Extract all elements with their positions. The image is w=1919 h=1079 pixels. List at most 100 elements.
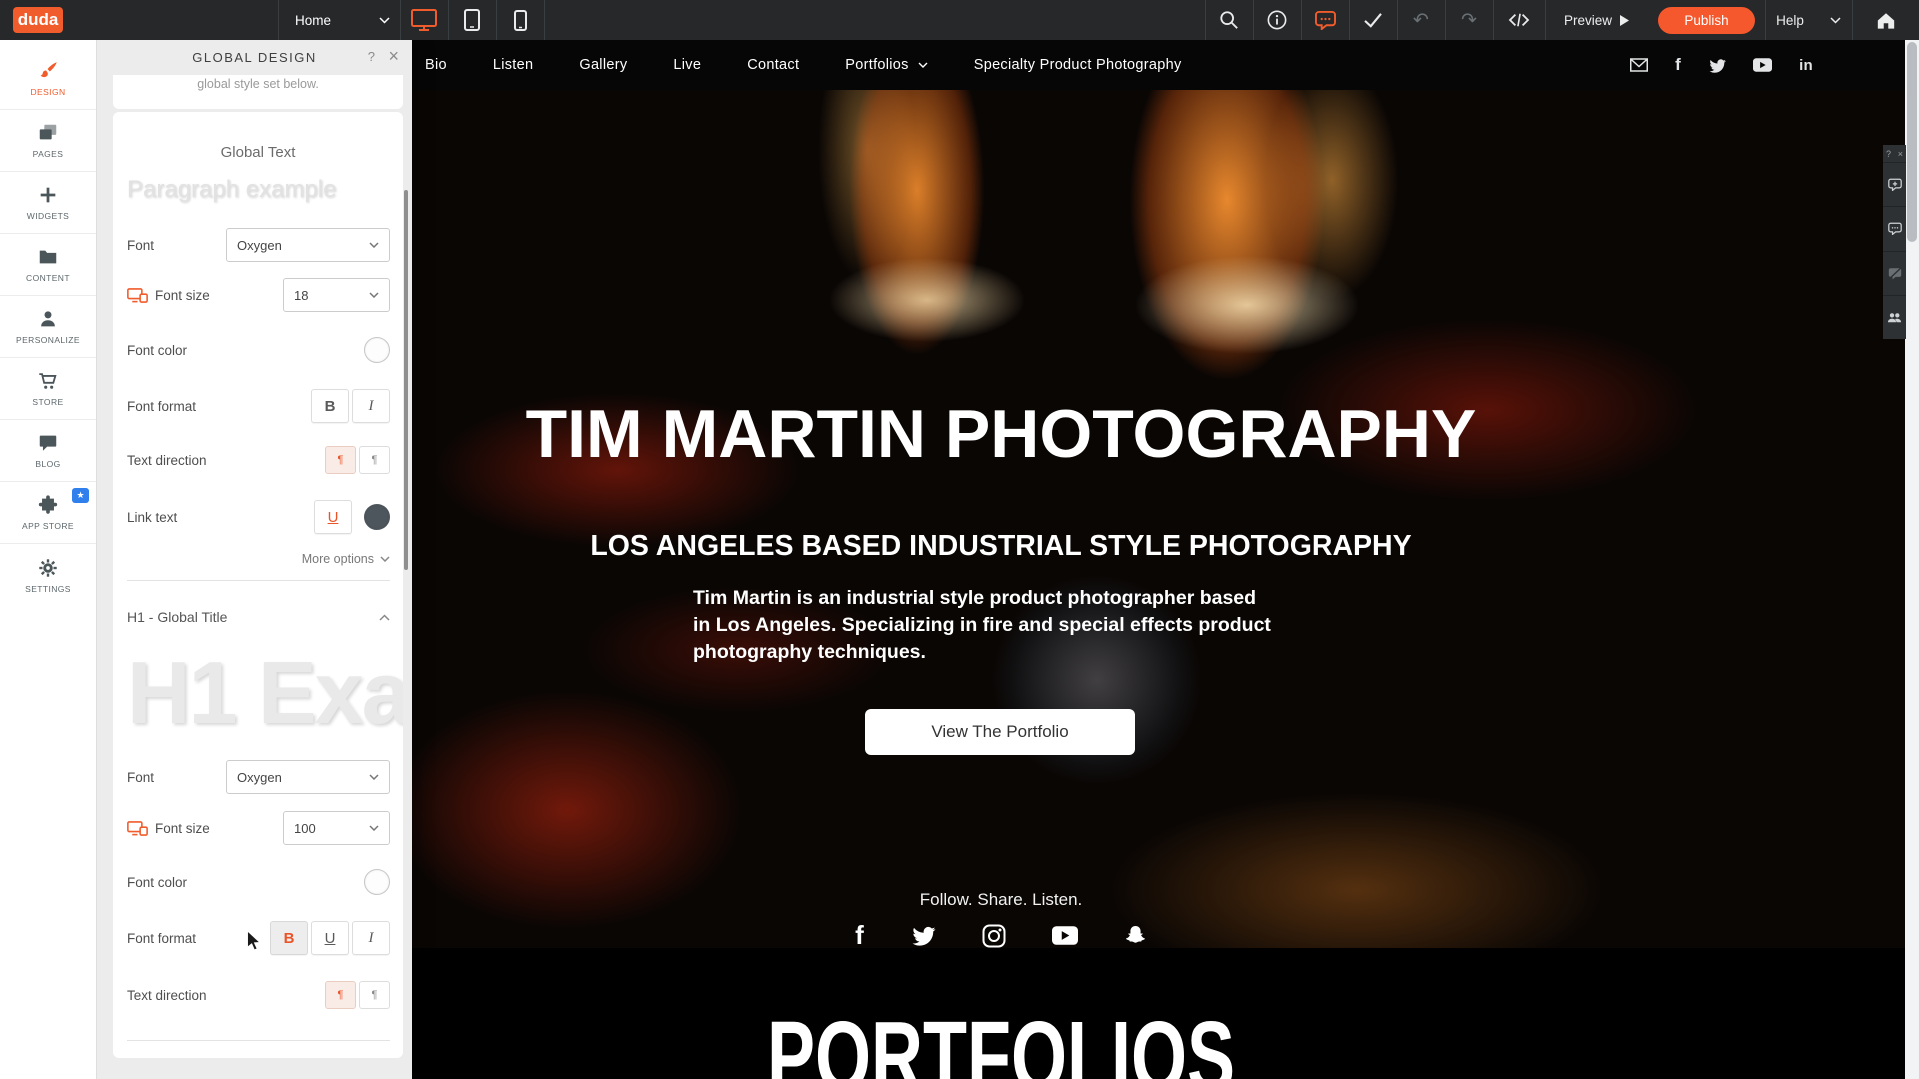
linkedin-icon[interactable]: in bbox=[1799, 57, 1813, 74]
sidebar-item-blog[interactable]: BLOG bbox=[0, 420, 96, 482]
tablet-view-button[interactable] bbox=[448, 0, 496, 40]
comment-hidden-icon bbox=[1888, 267, 1902, 280]
duda-logo[interactable]: duda bbox=[13, 7, 63, 33]
font-color-row: Font color bbox=[127, 333, 390, 367]
panel-scrollbar-thumb[interactable] bbox=[404, 190, 408, 570]
dev-mode-button[interactable] bbox=[1493, 0, 1545, 40]
code-icon bbox=[1508, 11, 1530, 29]
h1-font-size-select[interactable]: 100 bbox=[283, 811, 390, 845]
responsive-devices-icon[interactable] bbox=[127, 288, 148, 303]
publish-button[interactable]: Publish bbox=[1658, 7, 1755, 34]
responsive-devices-icon[interactable] bbox=[127, 821, 148, 836]
pilcrow-icon: ¶ bbox=[372, 454, 378, 466]
sidebar-item-settings[interactable]: SETTINGS bbox=[0, 544, 96, 606]
h1-font-color-swatch[interactable] bbox=[364, 869, 390, 895]
site-nav-portfolios[interactable]: Portfolios bbox=[845, 57, 927, 73]
site-nav-bio[interactable]: Bio bbox=[425, 57, 447, 73]
comment-plus-icon bbox=[1888, 178, 1902, 191]
play-icon bbox=[1620, 15, 1629, 26]
collaboration-toolbar: ? × bbox=[1883, 145, 1906, 339]
pilcrow-icon: ¶ bbox=[338, 989, 344, 1001]
rtl-direction-button[interactable]: ¶ bbox=[359, 446, 390, 474]
h1-italic-button[interactable]: I bbox=[352, 921, 390, 955]
more-options-link[interactable]: More options bbox=[302, 552, 390, 566]
sidebar-item-pages[interactable]: PAGES bbox=[0, 110, 96, 172]
hide-comments-button[interactable] bbox=[1883, 252, 1906, 296]
twitter-icon[interactable] bbox=[910, 925, 936, 946]
save-check-button[interactable] bbox=[1349, 0, 1397, 40]
site-nav-specialty[interactable]: Specialty Product Photography bbox=[974, 57, 1182, 73]
twitter-icon[interactable] bbox=[1708, 58, 1726, 73]
scrollbar-thumb[interactable] bbox=[1907, 42, 1917, 242]
desktop-icon bbox=[411, 9, 437, 31]
info-button[interactable] bbox=[1253, 0, 1301, 40]
preview-button[interactable]: Preview bbox=[1545, 0, 1648, 40]
chevron-up-icon bbox=[379, 614, 390, 621]
text-direction-row: Text direction ¶ ¶ bbox=[127, 443, 390, 477]
sidebar-item-content[interactable]: CONTENT bbox=[0, 234, 96, 296]
help-question-icon[interactable]: ? bbox=[1886, 149, 1891, 159]
h1-ltr-direction-button[interactable]: ¶ bbox=[325, 981, 356, 1009]
undo-icon: ↶ bbox=[1413, 9, 1429, 31]
mobile-view-button[interactable] bbox=[496, 0, 544, 40]
sidebar-item-store[interactable]: STORE bbox=[0, 358, 96, 420]
h1-font-size-row: Font size 100 bbox=[127, 811, 390, 845]
comment-bubble-icon bbox=[1315, 10, 1336, 30]
link-color-swatch[interactable] bbox=[364, 504, 390, 530]
ltr-direction-button[interactable]: ¶ bbox=[325, 446, 356, 474]
facebook-icon[interactable]: f bbox=[1675, 55, 1681, 75]
help-dropdown[interactable]: Help bbox=[1765, 0, 1852, 40]
team-members-button[interactable] bbox=[1883, 296, 1906, 339]
site-nav-gallery[interactable]: Gallery bbox=[579, 57, 627, 73]
view-portfolio-button[interactable]: View The Portfolio bbox=[865, 709, 1135, 755]
link-underline-button[interactable]: U bbox=[314, 500, 352, 534]
font-color-swatch[interactable] bbox=[364, 337, 390, 363]
search-icon bbox=[1219, 10, 1239, 30]
facebook-icon[interactable]: f bbox=[855, 920, 864, 951]
redo-button[interactable]: ↷ bbox=[1445, 0, 1493, 40]
panel-title: GLOBAL DESIGN bbox=[97, 50, 412, 65]
comments-list-button[interactable] bbox=[1883, 207, 1906, 251]
h1-section-header[interactable]: H1 - Global Title bbox=[127, 607, 390, 627]
gear-icon bbox=[37, 557, 59, 579]
chat-bubble-icon bbox=[37, 432, 59, 454]
h1-rtl-direction-button[interactable]: ¶ bbox=[359, 981, 390, 1009]
add-comment-button[interactable] bbox=[1883, 163, 1906, 207]
redo-icon: ↷ bbox=[1461, 9, 1477, 31]
sidebar-item-widgets[interactable]: WIDGETS bbox=[0, 172, 96, 234]
site-nav-contact[interactable]: Contact bbox=[747, 57, 799, 73]
search-button[interactable] bbox=[1205, 0, 1253, 40]
help-question-icon[interactable]: ? bbox=[368, 49, 375, 64]
h1-font-row: Font Oxygen bbox=[127, 760, 390, 794]
sidebar-item-personalize[interactable]: PERSONALIZE bbox=[0, 296, 96, 358]
sidebar-item-design[interactable]: DESIGN bbox=[0, 48, 96, 110]
email-icon[interactable] bbox=[1630, 58, 1648, 72]
bold-button[interactable]: B bbox=[311, 389, 349, 423]
page-scrollbar[interactable] bbox=[1905, 40, 1919, 1079]
undo-button[interactable]: ↶ bbox=[1397, 0, 1445, 40]
font-size-select[interactable]: 18 bbox=[283, 278, 390, 312]
youtube-icon[interactable] bbox=[1753, 58, 1772, 72]
font-select[interactable]: Oxygen bbox=[226, 228, 390, 262]
app-store-star-badge: ★ bbox=[72, 488, 89, 503]
italic-button[interactable]: I bbox=[352, 389, 390, 423]
site-nav-live[interactable]: Live bbox=[673, 57, 701, 73]
close-icon[interactable]: × bbox=[1898, 149, 1903, 159]
h1-preview-text: H1 Example bbox=[127, 642, 403, 744]
comments-button[interactable] bbox=[1301, 0, 1349, 40]
editor-topbar: duda Home bbox=[0, 0, 1919, 40]
close-icon[interactable]: × bbox=[388, 46, 399, 67]
sidebar-item-app-store[interactable]: ★ APP STORE bbox=[0, 482, 96, 544]
youtube-icon[interactable] bbox=[1052, 926, 1078, 945]
dashboard-home-button[interactable] bbox=[1852, 0, 1919, 40]
desktop-view-button[interactable] bbox=[400, 0, 448, 40]
h1-bold-button[interactable]: B bbox=[270, 921, 308, 955]
h1-underline-button[interactable]: U bbox=[311, 921, 349, 955]
page-selector-dropdown[interactable]: Home bbox=[278, 0, 400, 40]
snapchat-icon[interactable] bbox=[1124, 924, 1147, 948]
instagram-icon[interactable] bbox=[982, 924, 1006, 948]
puzzle-icon bbox=[37, 494, 59, 516]
site-nav-listen[interactable]: Listen bbox=[493, 57, 534, 73]
h1-font-select[interactable]: Oxygen bbox=[226, 760, 390, 794]
global-design-panel: GLOBAL DESIGN ? × global style set below… bbox=[97, 40, 412, 1079]
